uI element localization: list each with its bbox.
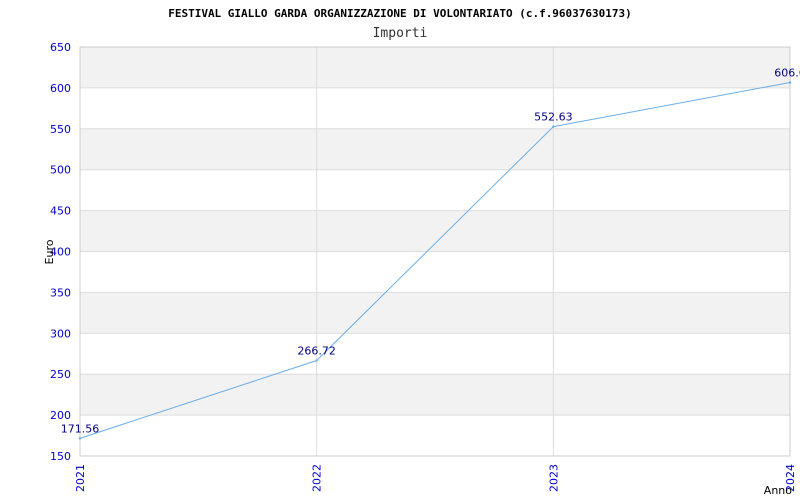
y-tick-label: 500	[50, 164, 71, 177]
data-point	[788, 81, 792, 84]
data-point	[78, 437, 82, 440]
grid-band	[80, 333, 790, 375]
line-chart: 150200250300350400450500550600650 2021 20…	[43, 7, 800, 497]
x-tick-label: 2022	[311, 464, 324, 492]
x-tick-label: 2023	[547, 464, 560, 492]
y-tick-label: 550	[50, 123, 71, 136]
y-tick-label: 300	[50, 327, 71, 340]
data-point	[552, 125, 555, 128]
chart-title: FESTIVAL GIALLO GARDA ORGANIZZAZIONE DI …	[168, 7, 632, 20]
x-tick-label: 2021	[74, 464, 87, 492]
grid-band	[80, 87, 790, 129]
grid-band	[80, 251, 790, 293]
x-axis-ticks: 2021 2022 2023 2024	[74, 464, 797, 492]
x-axis-label: Anno	[764, 484, 792, 497]
data-label: 552.63	[534, 111, 573, 124]
y-tick-label: 650	[50, 41, 71, 54]
data-label: 606.6	[774, 67, 800, 80]
grid-band	[80, 415, 790, 456]
chart-subtitle: Importi	[373, 26, 428, 41]
grid-band	[80, 374, 790, 416]
y-tick-label: 200	[50, 409, 71, 422]
grid-band	[80, 128, 790, 170]
y-axis-label: Euro	[43, 239, 56, 264]
y-tick-label: 250	[50, 368, 71, 381]
grid-band	[80, 169, 790, 211]
y-tick-label: 350	[50, 286, 71, 299]
grid-band	[80, 47, 790, 88]
data-label: 266.72	[297, 345, 336, 358]
grid-band	[80, 292, 790, 334]
y-tick-label: 600	[50, 82, 71, 95]
y-tick-label: 450	[50, 205, 71, 218]
data-point	[315, 359, 318, 362]
y-tick-label: 150	[50, 450, 71, 463]
grid-band	[80, 210, 790, 252]
data-label: 171.56	[61, 422, 100, 435]
